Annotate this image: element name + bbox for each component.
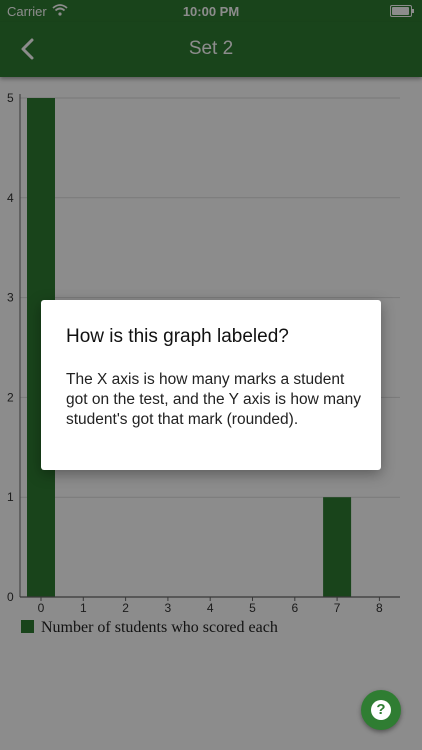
help-dialog: How is this graph labeled? The X axis is…	[41, 300, 381, 470]
dialog-title: How is this graph labeled?	[66, 326, 289, 347]
dialog-body: The X axis is how many marks a student g…	[66, 371, 361, 428]
help-button[interactable]: ?	[361, 690, 401, 730]
help-icon: ?	[371, 700, 391, 720]
